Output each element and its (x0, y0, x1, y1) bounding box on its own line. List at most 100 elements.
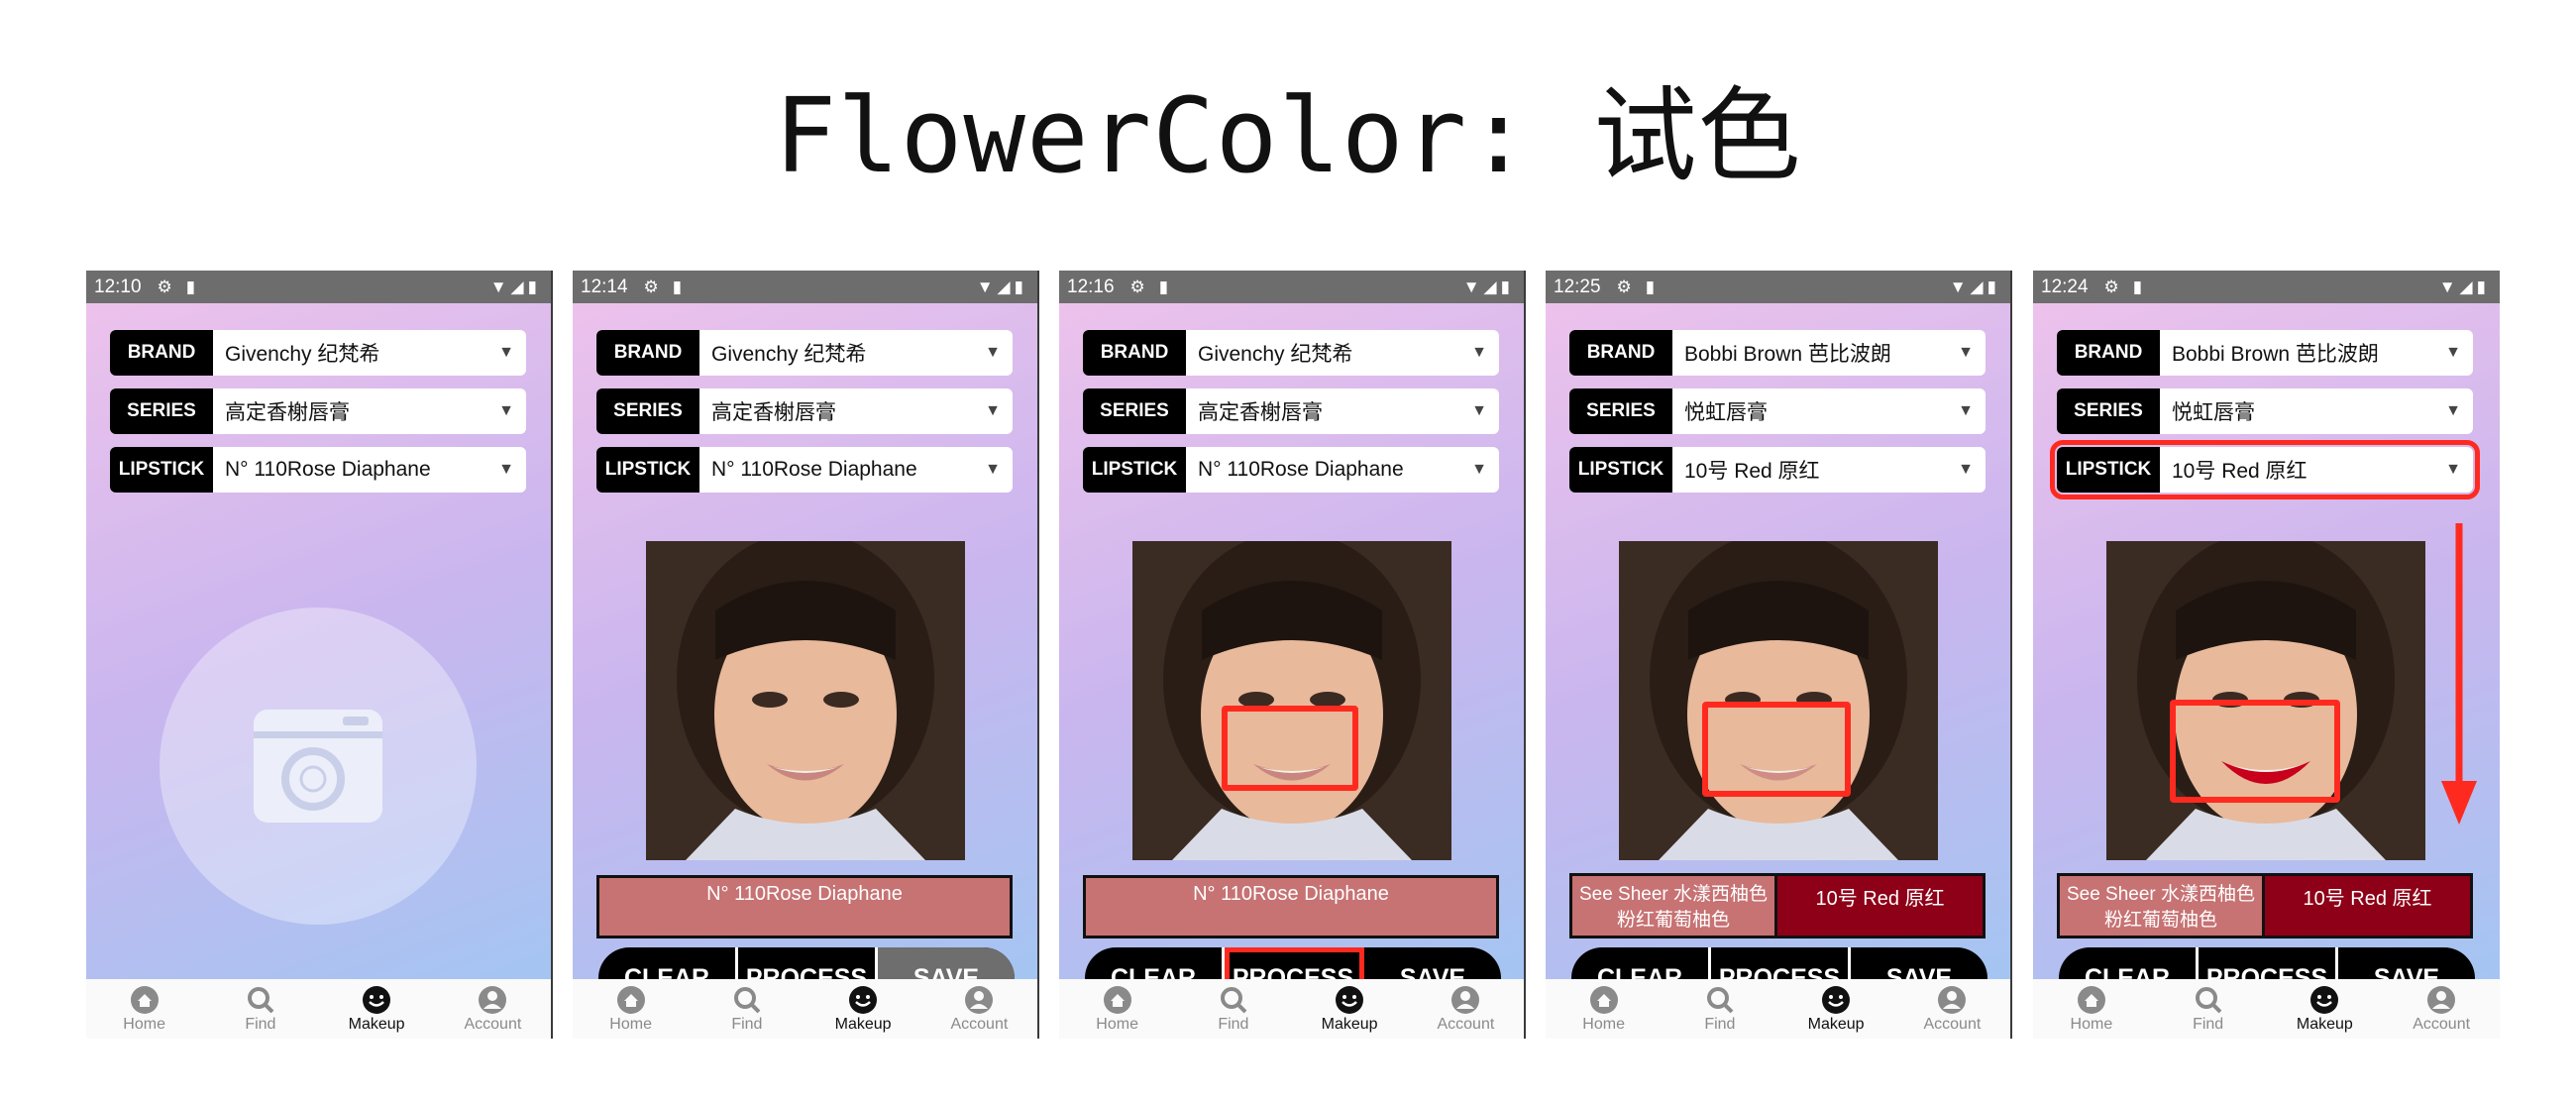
dropdown-arrow-icon: ▼ (1958, 402, 1974, 419)
phone-screen-1: 12:10 ⚙ ▮ ▼◢▮ BRAND Givenchy 纪梵希 ▼ SERIE… (86, 271, 553, 1039)
nav-find[interactable]: Find (211, 979, 310, 1034)
nav-label: Find (1704, 1016, 1736, 1033)
signal-battery-icon: ▼◢▮ (2438, 276, 2490, 296)
nav-home[interactable]: Home (2042, 979, 2141, 1034)
brand-dropdown[interactable]: BRAND Bobbi Brown 芭比波朗 ▼ (2057, 330, 2473, 376)
nav-label: Home (2070, 1016, 2113, 1033)
home-icon (130, 986, 159, 1014)
lipstick-value: 10号 Red 原红 (1684, 460, 1820, 483)
face-photo[interactable] (2106, 541, 2425, 860)
lipstick-dropdown[interactable]: LIPSTICK 10号 Red 原红 ▼ (2050, 440, 2480, 499)
series-label: SERIES (1083, 388, 1186, 434)
lipstick-dropdown[interactable]: LIPSTICK N° 110Rose Diaphane ▼ (596, 447, 1013, 493)
lipstick-dropdown[interactable]: LIPSTICK 10号 Red 原红 ▼ (1569, 447, 1986, 493)
app-content: BRAND Bobbi Brown 芭比波朗 ▼ SERIES 悦虹唇膏 ▼ L… (2033, 303, 2500, 1009)
series-dropdown[interactable]: SERIES 高定香榭唇膏 ▼ (1083, 388, 1499, 434)
nav-home[interactable]: Home (582, 979, 681, 1034)
smiley-icon (1336, 986, 1364, 1014)
dropdown-arrow-icon: ▼ (498, 402, 514, 419)
signal-battery-icon: ▼◢▮ (1949, 276, 2000, 296)
series-dropdown[interactable]: SERIES 高定香榭唇膏 ▼ (110, 388, 526, 434)
mouth-highlight (2170, 700, 2340, 803)
bottom-nav: Home Find Makeup Account (86, 979, 551, 1039)
brand-dropdown[interactable]: BRAND Givenchy 纪梵希 ▼ (596, 330, 1013, 376)
app-content: BRAND Givenchy 纪梵希 ▼ SERIES 高定香榭唇膏 ▼ LIP… (573, 303, 1037, 1009)
home-icon (2077, 986, 2105, 1014)
color-swatch: N° 110Rose Diaphane (1083, 875, 1499, 938)
brand-label: BRAND (1083, 330, 1186, 376)
signal-battery-icon: ▼◢▮ (976, 276, 1027, 296)
nav-makeup[interactable]: Makeup (2275, 979, 2374, 1034)
home-icon (616, 986, 645, 1014)
nav-makeup[interactable]: Makeup (1300, 979, 1399, 1034)
series-label: SERIES (110, 388, 213, 434)
nav-label: Makeup (2296, 1016, 2353, 1033)
lipstick-dropdown[interactable]: LIPSTICK N° 110Rose Diaphane ▼ (110, 447, 526, 493)
lipstick-value: N° 110Rose Diaphane (1198, 458, 1404, 481)
nav-find[interactable]: Find (1670, 979, 1770, 1034)
nav-label: Makeup (1321, 1016, 1378, 1033)
dropdown-arrow-icon: ▼ (1958, 344, 1974, 361)
series-dropdown[interactable]: SERIES 高定香榭唇膏 ▼ (596, 388, 1013, 434)
color-swatch-pair: See Sheer 水漾西柚色 粉红葡萄柚色 10号 Red 原红 (2057, 873, 2473, 938)
nav-home[interactable]: Home (95, 979, 194, 1034)
lipstick-dropdown[interactable]: LIPSTICK N° 110Rose Diaphane ▼ (1083, 447, 1499, 493)
brand-value: Givenchy 纪梵希 (225, 343, 380, 366)
nav-label: Home (609, 1016, 652, 1033)
settings-icon: ⚙ (1129, 276, 1145, 296)
brand-dropdown[interactable]: BRAND Givenchy 纪梵希 ▼ (1083, 330, 1499, 376)
nav-home[interactable]: Home (1555, 979, 1654, 1034)
nav-account[interactable]: Account (929, 979, 1028, 1034)
nav-label: Find (731, 1016, 763, 1033)
nav-account[interactable]: Account (443, 979, 542, 1034)
nav-label: Account (2413, 1016, 2471, 1033)
signal-battery-icon: ▼◢▮ (489, 276, 541, 296)
dropdown-arrow-icon: ▼ (1471, 344, 1487, 361)
nav-home[interactable]: Home (1068, 979, 1167, 1034)
camera-placeholder[interactable] (160, 607, 477, 925)
lipstick-value: N° 110Rose Diaphane (711, 458, 917, 481)
swatch-current: 10号 Red 原红 (2265, 873, 2473, 938)
series-dropdown[interactable]: SERIES 悦虹唇膏 ▼ (1569, 388, 1986, 434)
nav-label: Home (123, 1016, 165, 1033)
smiley-icon (849, 986, 878, 1014)
nav-account[interactable]: Account (1416, 979, 1515, 1034)
face-photo[interactable] (1619, 541, 1938, 860)
account-icon (1451, 986, 1480, 1014)
signal-battery-icon: ▼◢▮ (1462, 276, 1514, 296)
lipstick-value: 10号 Red 原红 (2172, 460, 2308, 483)
nav-makeup[interactable]: Makeup (1786, 979, 1885, 1034)
brand-dropdown[interactable]: BRAND Bobbi Brown 芭比波朗 ▼ (1569, 330, 1986, 376)
search-icon (1220, 987, 1247, 1014)
nav-find[interactable]: Find (698, 979, 797, 1034)
color-swatch: N° 110Rose Diaphane (596, 875, 1013, 938)
series-dropdown[interactable]: SERIES 悦虹唇膏 ▼ (2057, 388, 2473, 434)
search-icon (2195, 987, 2222, 1014)
nav-account[interactable]: Account (1902, 979, 2001, 1034)
brand-value: Givenchy 纪梵希 (711, 343, 867, 366)
series-label: SERIES (596, 388, 699, 434)
status-bar: 12:24 ⚙ ▮ ▼◢▮ (2033, 271, 2500, 303)
lipstick-value: N° 110Rose Diaphane (225, 458, 431, 481)
face-photo[interactable] (646, 541, 965, 860)
nav-label: Account (1437, 1016, 1495, 1033)
dropdown-arrow-icon: ▼ (2445, 461, 2461, 478)
account-icon (1938, 986, 1967, 1014)
series-value: 高定香榭唇膏 (1198, 401, 1323, 424)
nav-makeup[interactable]: Makeup (813, 979, 912, 1034)
brand-dropdown[interactable]: BRAND Givenchy 纪梵希 ▼ (110, 330, 526, 376)
nav-find[interactable]: Find (2159, 979, 2258, 1034)
screens-strip: 12:10 ⚙ ▮ ▼◢▮ BRAND Givenchy 纪梵希 ▼ SERIE… (0, 0, 2576, 1104)
face-photo[interactable] (1132, 541, 1451, 860)
account-icon (479, 986, 507, 1014)
status-time: 12:14 (581, 276, 628, 297)
nav-label: Home (1582, 1016, 1625, 1033)
sd-card-icon: ▮ (1158, 276, 1169, 296)
nav-makeup[interactable]: Makeup (327, 979, 426, 1034)
home-icon (1103, 986, 1131, 1014)
dropdown-arrow-icon: ▼ (2445, 402, 2461, 419)
nav-account[interactable]: Account (2392, 979, 2491, 1034)
series-value: 高定香榭唇膏 (225, 401, 350, 424)
nav-find[interactable]: Find (1184, 979, 1283, 1034)
status-time: 12:24 (2041, 276, 2089, 297)
